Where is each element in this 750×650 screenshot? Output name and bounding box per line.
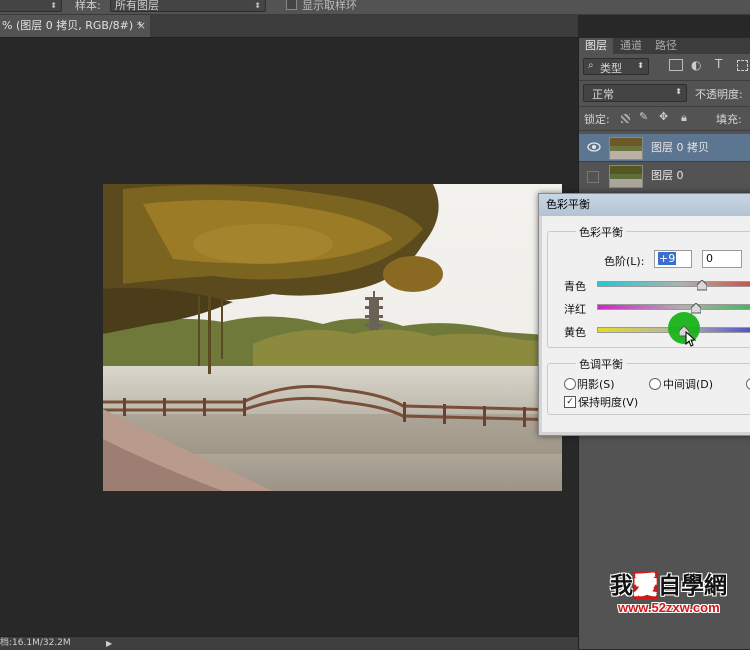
document-tab-bar: % (图层 0 拷贝, RGB/8#) * × (0, 15, 578, 38)
sample-select[interactable]: 所有图层 ⬍ (110, 0, 266, 12)
slider-left-label: 洋红 (564, 303, 586, 316)
tone-balance-group-label: 色调平衡 (576, 356, 626, 372)
adjustment-filter-icon[interactable]: ◐ (691, 58, 701, 72)
options-bar: ⬍ 样本: 所有图层 ⬍ 显示取样环 (0, 0, 750, 15)
tab-channels[interactable]: 通道 (614, 38, 648, 54)
tool-preset-combo[interactable]: ⬍ (0, 0, 62, 12)
lock-brush-icon[interactable]: ✎ (639, 110, 648, 123)
preserve-luminosity-checkbox[interactable]: ✓ (564, 396, 576, 408)
close-icon[interactable]: × (137, 15, 146, 37)
fill-label: 填充: (716, 113, 742, 126)
visibility-toggle[interactable] (587, 171, 599, 183)
layer-name: 图层 0 (651, 169, 684, 182)
layer-filter-value: 类型 (600, 62, 622, 75)
tab-layers[interactable]: 图层 (579, 38, 613, 54)
divider (579, 130, 750, 131)
lock-label: 锁定: (584, 113, 610, 126)
chevron-updown-icon: ⬍ (637, 61, 644, 70)
color-balance-dialog: 色彩平衡 色彩平衡 色阶(L): +9 0 青色 洋红 黄色 色调平衡 阴影(S… (538, 193, 750, 436)
chevron-updown-icon: ⬍ (254, 1, 261, 10)
levels-label: 色阶(L): (604, 255, 645, 268)
radio-midtones[interactable] (649, 378, 661, 390)
sample-label: 样本: (75, 0, 101, 12)
tab-paths[interactable]: 路径 (649, 38, 683, 54)
show-ring-checkbox[interactable] (286, 0, 297, 10)
preserve-luminosity-label: 保持明度(V) (578, 396, 639, 409)
slider-left-label: 黄色 (564, 326, 586, 339)
show-ring-label: 显示取样环 (302, 0, 357, 12)
layer-thumbnail (609, 137, 643, 160)
lock-move-icon[interactable]: ✥ (659, 110, 668, 123)
slider-thumb[interactable] (697, 280, 707, 291)
document-tab-title: % (图层 0 拷贝, RGB/8#) * (2, 19, 143, 32)
blend-mode-select[interactable]: 正常 ⬍ (583, 84, 687, 102)
layer-row[interactable]: 图层 0 (579, 162, 750, 189)
shape-filter-icon[interactable] (737, 60, 748, 71)
color-balance-group-label: 色彩平衡 (576, 224, 626, 240)
chevron-updown-icon: ⬍ (50, 1, 57, 10)
type-filter-icon[interactable]: T (715, 57, 722, 71)
lock-transparent-icon[interactable] (621, 114, 630, 123)
levels-field-2[interactable]: 0 (702, 250, 742, 268)
panel-tabs: 图层 通道 路径 (579, 38, 750, 54)
levels-field-1[interactable]: +9 (654, 250, 692, 268)
status-menu-arrow-icon[interactable]: ▶ (106, 637, 112, 650)
radio-midtones-label: 中间调(D) (663, 378, 714, 391)
document-tab[interactable]: % (图层 0 拷贝, RGB/8#) * × (0, 15, 150, 37)
landscape-photo (103, 184, 562, 491)
dialog-title[interactable]: 色彩平衡 (539, 194, 750, 216)
divider (579, 106, 750, 107)
layer-thumbnail (609, 165, 643, 188)
document-size: 档:16.1M/32.2M (0, 638, 71, 648)
divider (579, 80, 750, 81)
watermark-url: www.52zxw.com (618, 600, 720, 615)
chevron-updown-icon: ⬍ (675, 87, 682, 96)
opacity-label: 不透明度: (695, 88, 743, 101)
radio-shadows[interactable] (564, 378, 576, 390)
status-bar: 档:16.1M/32.2M ▶ (0, 636, 578, 650)
lock-all-icon[interactable]: 🔒︎ (681, 111, 687, 125)
blend-mode-value: 正常 (592, 88, 614, 101)
pixel-filter-icon[interactable] (669, 59, 683, 71)
eye-icon[interactable] (587, 141, 601, 153)
watermark-logo: 我爱自學網 (610, 572, 727, 599)
dialog-body: 色彩平衡 色阶(L): +9 0 青色 洋红 黄色 色调平衡 阴影(S) 中间调… (542, 216, 750, 432)
layer-name: 图层 0 拷贝 (651, 141, 709, 154)
document-image[interactable] (103, 184, 562, 491)
cyan-red-slider[interactable] (597, 281, 750, 287)
sample-select-value: 所有图层 (115, 0, 159, 12)
layer-filter-select[interactable]: ⌕ 类型 ⬍ (583, 58, 649, 75)
levels-value-1: +9 (658, 252, 677, 265)
layer-row-selected[interactable]: 图层 0 拷贝 (579, 134, 750, 161)
search-icon: ⌕ (588, 60, 594, 71)
slider-left-label: 青色 (564, 280, 586, 293)
watermark: 我爱自學網 www.52zxw.com (610, 566, 750, 616)
levels-value-2: 0 (706, 252, 713, 265)
mouse-pointer-icon (685, 331, 697, 347)
radio-shadows-label: 阴影(S) (577, 378, 615, 391)
